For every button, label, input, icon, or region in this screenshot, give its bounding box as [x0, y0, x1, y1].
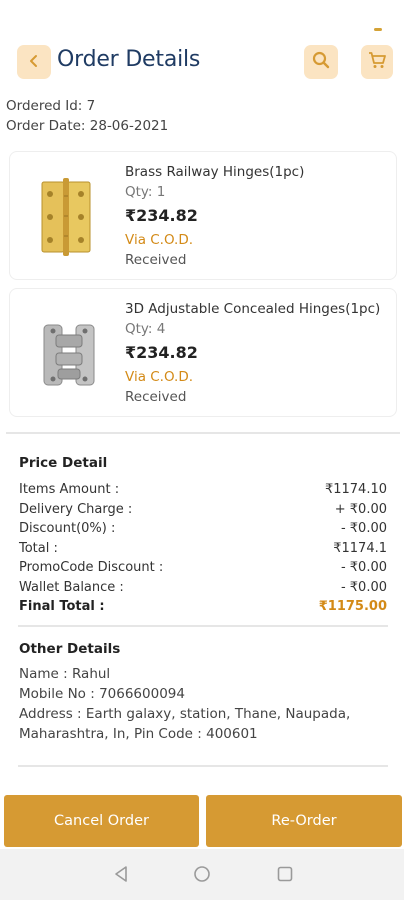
- item-payment: Via C.O.D.: [125, 369, 194, 385]
- item-price: ₹234.82: [125, 206, 198, 225]
- cancel-order-button[interactable]: Cancel Order: [4, 795, 199, 847]
- order-item-card[interactable]: 3D Adjustable Concealed Hinges(1pc) Qty:…: [9, 288, 397, 417]
- search-icon: [311, 50, 331, 74]
- back-button[interactable]: [17, 45, 51, 79]
- item-name: 3D Adjustable Concealed Hinges(1pc): [125, 301, 381, 317]
- price-row-final-total: Final Total : ₹1175.00: [19, 597, 387, 617]
- cart-button[interactable]: [361, 45, 393, 79]
- chevron-left-icon: [27, 53, 41, 72]
- other-details-title: Other Details: [19, 641, 121, 657]
- divider: [18, 765, 388, 767]
- cart-icon: [367, 50, 387, 74]
- customer-mobile: Mobile No : 7066600094: [19, 686, 185, 702]
- price-label: Wallet Balance :: [19, 579, 124, 595]
- price-row-discount: Discount(0%) : - ₹0.00: [19, 519, 387, 539]
- price-detail-title: Price Detail: [19, 455, 108, 471]
- price-row-wallet: Wallet Balance : - ₹0.00: [19, 578, 387, 598]
- item-qty: Qty: 4: [125, 321, 166, 337]
- price-row-delivery: Delivery Charge : + ₹0.00: [19, 500, 387, 520]
- system-nav-bar: [0, 849, 404, 900]
- divider: [6, 432, 400, 434]
- price-label: Discount(0%) :: [19, 521, 116, 536]
- order-item-card[interactable]: Brass Railway Hinges(1pc) Qty: 1 ₹234.82…: [9, 151, 397, 280]
- nav-home-icon[interactable]: [193, 865, 211, 887]
- order-id: Ordered Id: 7: [6, 98, 96, 114]
- product-image-concealed-hinge: [30, 303, 110, 403]
- item-name: Brass Railway Hinges(1pc): [125, 164, 305, 180]
- search-button[interactable]: [304, 45, 338, 79]
- item-price: ₹234.82: [125, 343, 198, 362]
- price-value: ₹1174.10: [324, 482, 387, 497]
- final-total-value: ₹1175.00: [318, 599, 387, 614]
- price-label: Items Amount :: [19, 482, 120, 497]
- price-value: - ₹0.00: [340, 521, 387, 536]
- item-payment: Via C.O.D.: [125, 232, 194, 248]
- price-row-items-amount: Items Amount : ₹1174.10: [19, 480, 387, 500]
- product-image-brass-hinge: [30, 166, 110, 266]
- item-qty: Qty: 1: [125, 184, 166, 200]
- customer-address-line1: Address : Earth galaxy, station, Thane, …: [19, 706, 351, 722]
- item-status: Received: [125, 252, 187, 268]
- price-value: ₹1174.1: [333, 540, 387, 556]
- nav-back-icon[interactable]: [112, 865, 130, 887]
- app-header: Order Details: [0, 0, 404, 90]
- price-detail-list: Items Amount : ₹1174.10 Delivery Charge …: [19, 480, 387, 617]
- price-value: - ₹0.00: [340, 579, 387, 595]
- order-date: Order Date: 28-06-2021: [6, 118, 169, 134]
- divider: [18, 625, 388, 627]
- nav-recents-icon[interactable]: [276, 865, 294, 887]
- item-status: Received: [125, 389, 187, 405]
- reorder-button[interactable]: Re-Order: [206, 795, 402, 847]
- order-meta: Ordered Id: 7 Order Date: 28-06-2021: [6, 96, 168, 136]
- customer-address-line2: Maharashtra, In, Pin Code : 400601: [19, 726, 258, 742]
- page-title: Order Details: [57, 47, 201, 72]
- price-value: - ₹0.00: [340, 560, 387, 575]
- customer-name: Name : Rahul: [19, 666, 111, 682]
- price-row-promocode: PromoCode Discount : - ₹0.00: [19, 558, 387, 578]
- other-details: Name : Rahul Mobile No : 7066600094 Addr…: [19, 664, 387, 744]
- price-value: + ₹0.00: [334, 501, 387, 517]
- notification-dot: [374, 28, 382, 31]
- final-total-label: Final Total :: [19, 599, 105, 614]
- price-row-total: Total : ₹1174.1: [19, 539, 387, 559]
- price-label: PromoCode Discount :: [19, 560, 164, 575]
- price-label: Total :: [19, 540, 58, 556]
- price-label: Delivery Charge :: [19, 501, 133, 517]
